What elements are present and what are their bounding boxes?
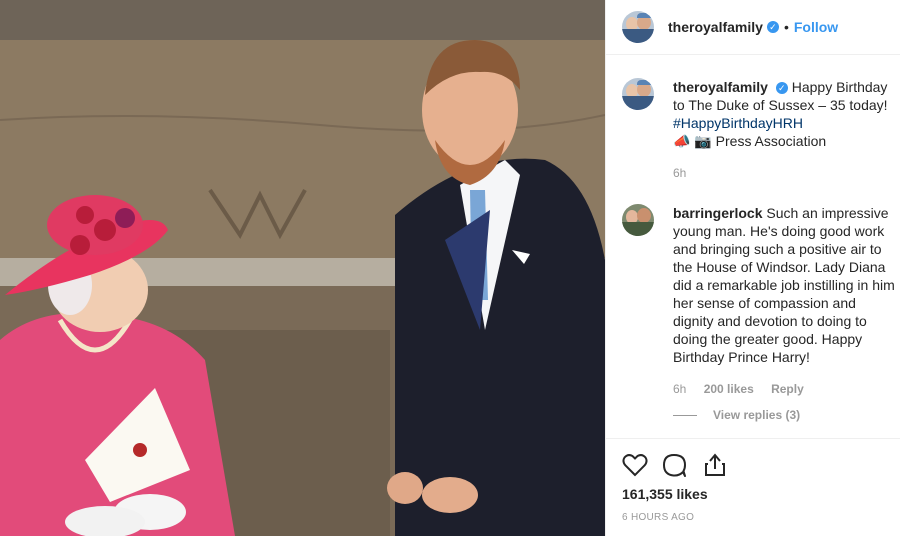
share-icon[interactable]: [702, 453, 728, 477]
verified-badge-icon: ✓: [775, 82, 788, 94]
comment-icon[interactable]: [662, 453, 688, 477]
post-header: theroyalfamily ✓ • Follow: [606, 0, 900, 55]
caption-username[interactable]: theroyalfamily: [673, 79, 768, 95]
separator-dot: •: [783, 19, 789, 35]
instagram-post: theroyalfamily ✓ • Follow theroyalfamily…: [0, 0, 900, 536]
caption-time[interactable]: 6h: [673, 166, 686, 180]
view-replies-label[interactable]: View replies (3): [713, 408, 800, 422]
likes-count[interactable]: 161,355 likes: [622, 486, 884, 502]
caption-avatar[interactable]: [622, 78, 654, 110]
post-actions: 161,355 likes 6 HOURS AGO: [606, 438, 900, 523]
comment-item: barringerlock Such an impressive young m…: [622, 204, 900, 398]
comment-likes[interactable]: 200 likes: [704, 382, 754, 396]
comment-time[interactable]: 6h: [673, 382, 686, 396]
caption-hashtag[interactable]: #HappyBirthdayHRH: [673, 115, 803, 131]
follow-button[interactable]: Follow: [794, 19, 838, 35]
photo-illustration: [0, 0, 605, 536]
header-username[interactable]: theroyalfamily: [668, 19, 763, 35]
comment-text: Such an impressive young man. He's doing…: [673, 205, 895, 365]
verified-badge-icon: ✓: [766, 21, 779, 33]
comments-list[interactable]: theroyalfamily ✓ Happy Birthday to The D…: [606, 56, 900, 438]
post-timestamp[interactable]: 6 HOURS AGO: [622, 512, 884, 523]
megaphone-camera-icon: 📣 📷: [673, 133, 712, 149]
caption-credit: Press Association: [715, 133, 827, 149]
caption: theroyalfamily ✓ Happy Birthday to The D…: [622, 78, 900, 182]
comment-username[interactable]: barringerlock: [673, 205, 762, 221]
replies-divider: [673, 414, 697, 416]
reply-button[interactable]: Reply: [771, 382, 804, 396]
heart-icon[interactable]: [622, 453, 648, 477]
view-replies[interactable]: View replies (3): [673, 408, 900, 422]
post-photo[interactable]: [0, 0, 605, 536]
commenter-avatar[interactable]: [622, 204, 654, 236]
post-sidebar: theroyalfamily ✓ • Follow theroyalfamily…: [605, 0, 900, 536]
avatar[interactable]: [622, 11, 654, 43]
